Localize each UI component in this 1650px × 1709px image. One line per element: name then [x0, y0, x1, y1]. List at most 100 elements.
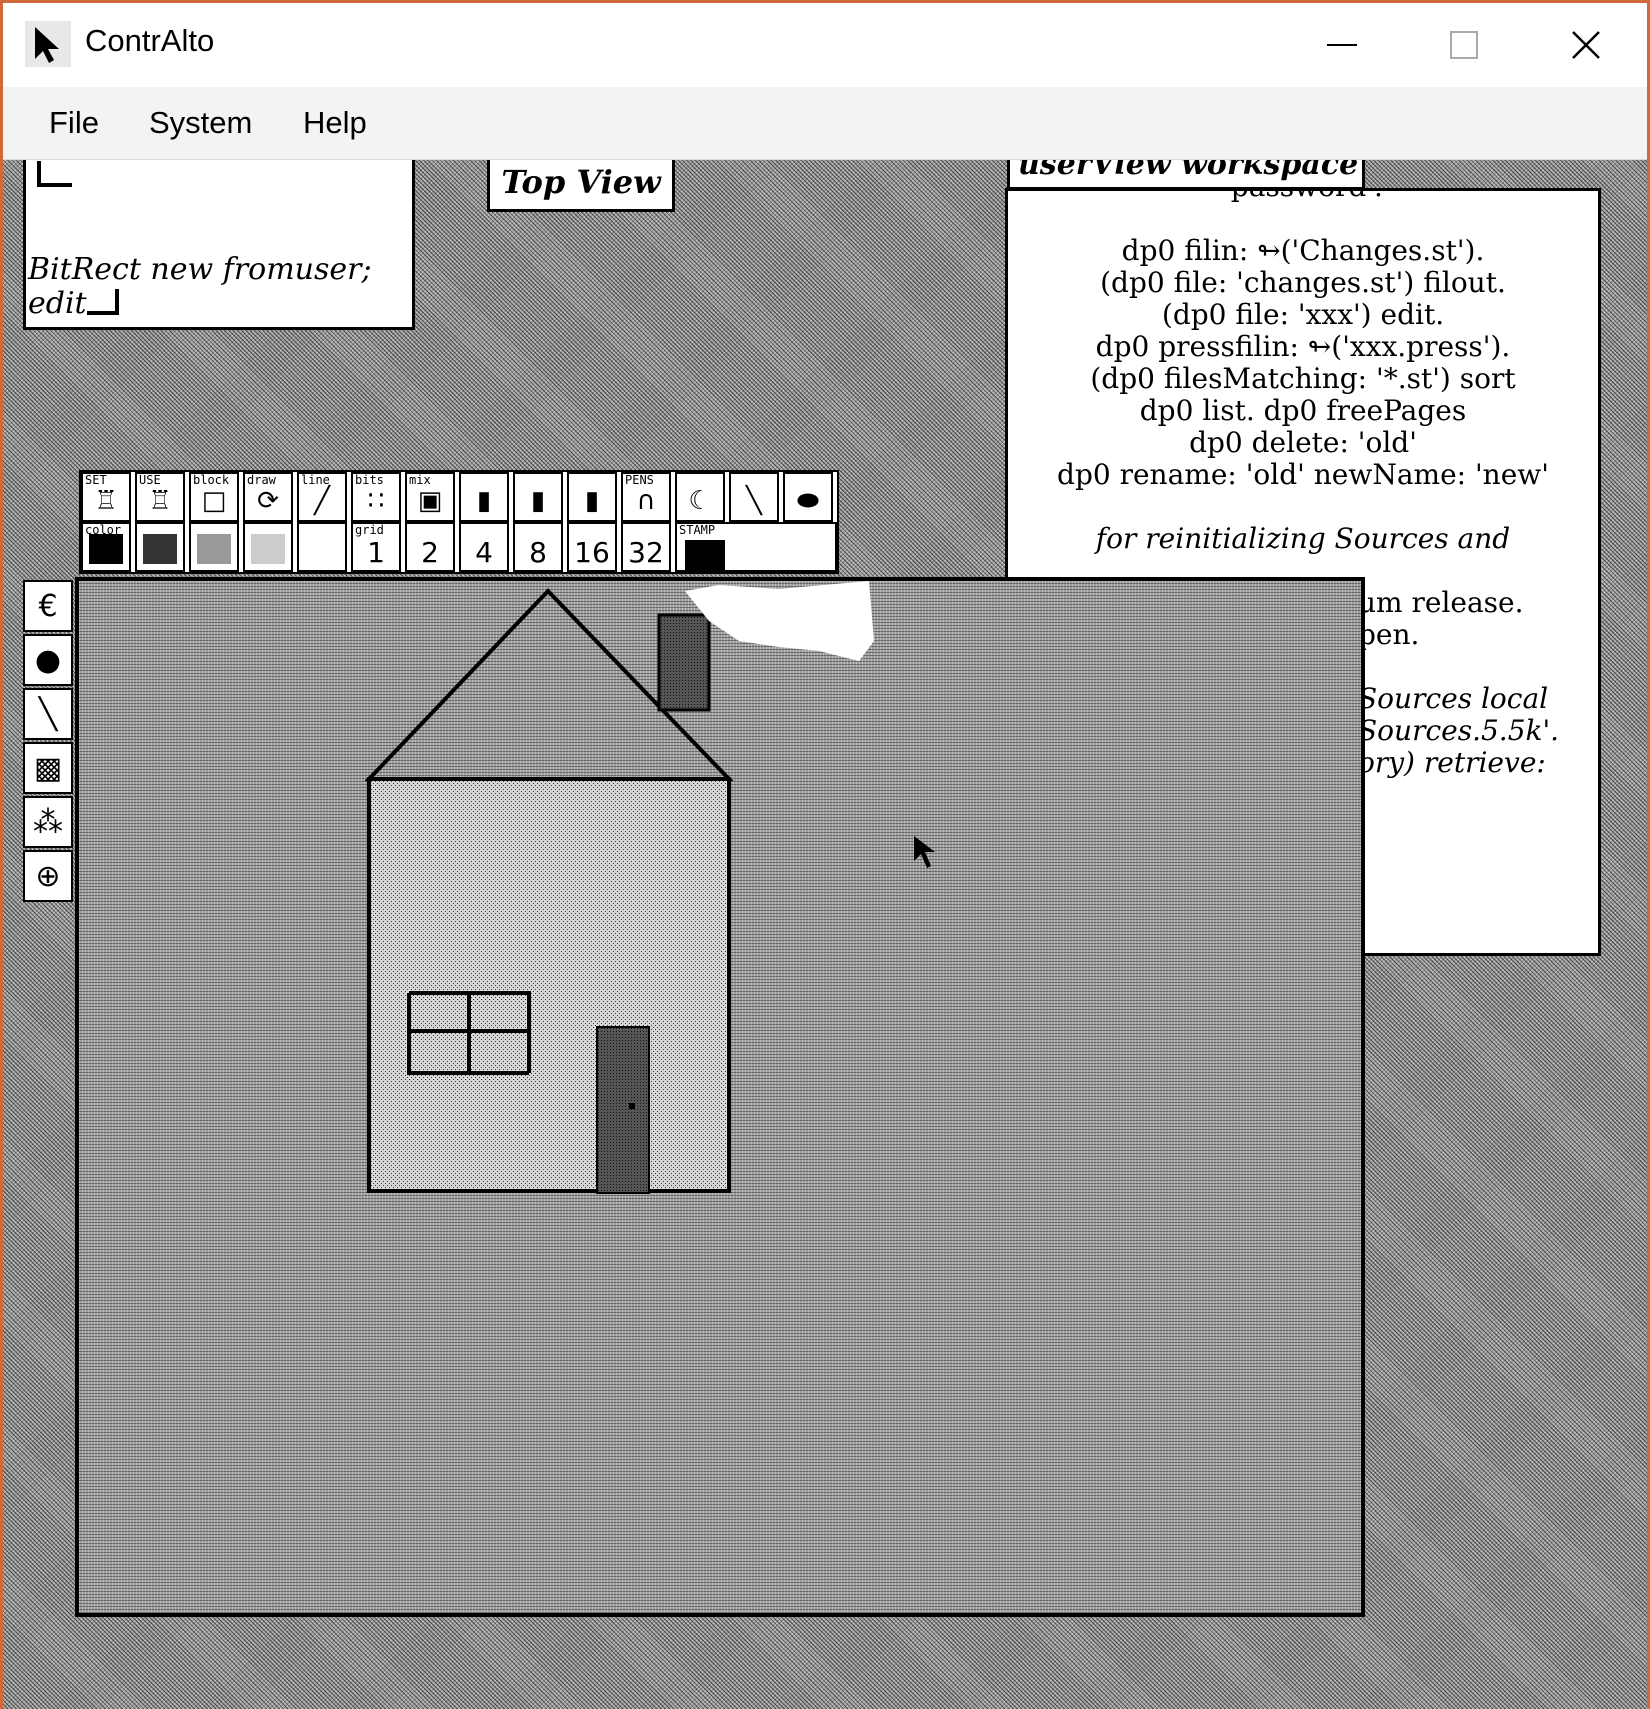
title-bar: ContrAlto — [3, 3, 1647, 87]
app-window: ContrAlto File System Help BitRect new f… — [0, 0, 1650, 1709]
color-swatch[interactable] — [135, 522, 185, 572]
color-swatch[interactable]: color — [81, 522, 131, 572]
grid-value: 4 — [475, 536, 493, 569]
tool-pens[interactable]: PENS ∩ — [621, 472, 671, 522]
tool-glyph-icon: ♖ — [148, 486, 172, 516]
grid-value: 8 — [529, 536, 547, 569]
grid-size-1[interactable]: grid 1 — [351, 522, 401, 572]
tool-glyph-icon: ⬬ — [796, 486, 820, 516]
tool-brush-8[interactable]: ▮ — [513, 472, 563, 522]
workspace-line: (dp0 file: 'xxx') edit. — [1161, 298, 1445, 331]
bitrect-editor-window[interactable]: BitRect new fromuser; edit — [23, 160, 415, 330]
magnify-tool-icon[interactable]: ⊕ — [23, 850, 73, 902]
grid-size-2[interactable]: 2 — [405, 522, 455, 572]
tool-label: SET — [85, 473, 107, 487]
gray-tool-icon[interactable]: ▩ — [23, 742, 73, 794]
swatch-fill — [197, 534, 231, 564]
grid-size-8[interactable]: 8 — [513, 522, 563, 572]
menu-file[interactable]: File — [43, 101, 105, 145]
grid-size-16[interactable]: 16 — [567, 522, 617, 572]
tool-glyph-icon: ╱ — [314, 486, 330, 516]
tool-glyph-icon: ∷ — [367, 486, 385, 516]
workspace-line: dp0 rename: 'old' newName: 'new' — [1057, 458, 1549, 491]
tool-block[interactable]: block □ — [189, 472, 239, 522]
grid-value: 2 — [421, 536, 439, 569]
grid-size-32[interactable]: 32 — [621, 522, 671, 572]
tool-draw[interactable]: draw ⟳ — [243, 472, 293, 522]
workspace-partial-line — [1358, 651, 1559, 683]
grid-value: 16 — [574, 536, 610, 569]
swatch-fill — [305, 534, 339, 564]
fill-circle-icon[interactable]: ● — [23, 634, 73, 686]
window-title: ContrAlto — [85, 23, 215, 58]
workspace-line — [1008, 491, 1598, 523]
tool-use[interactable]: USE ♖ — [135, 472, 185, 522]
tool-brush-12[interactable]: ╲ — [729, 472, 779, 522]
tool-brush-9[interactable]: ▮ — [567, 472, 617, 522]
color-swatch[interactable] — [189, 522, 239, 572]
workspace-partial-line: Sources.5.5k'. — [1358, 714, 1560, 747]
workspace-line: (dp0 filesMatching: '*.st') sort — [1090, 362, 1516, 395]
tool-set[interactable]: SET ♖ — [81, 472, 131, 522]
workspace-title-tab[interactable]: userView workspace — [1007, 160, 1365, 190]
maximize-button[interactable] — [1403, 3, 1525, 87]
grid-value: 1 — [367, 536, 385, 569]
tool-label: line — [301, 473, 330, 487]
stamp-label: STAMP — [679, 523, 716, 537]
swatch-fill — [251, 534, 285, 564]
color-swatch[interactable] — [243, 522, 293, 572]
menu-system[interactable]: System — [143, 101, 258, 145]
color-label: color — [85, 523, 122, 537]
editor-line-2: edit — [28, 286, 87, 321]
curve-tool-icon[interactable]: € — [23, 580, 73, 632]
paint-toolbar: SET ♖ USE ♖ block □ draw ⟳ line ╱ bits ∷ mix ▣ ▮ ▮ ▮ PENS… — [79, 470, 839, 574]
tool-label: draw — [247, 473, 276, 487]
workspace-line: dp0 list. dp0 freePages — [1139, 394, 1467, 427]
minimize-button[interactable] — [1281, 3, 1403, 87]
workspace-text[interactable]: 'password'. dp0 filin: ↬('Changes.st'). (… — [1008, 191, 1598, 779]
workspace-line: dp0 pressfilin: ↬('xxx.press'). — [1095, 330, 1511, 363]
workspace-line: for reinitializing Sources and — [1095, 522, 1511, 555]
grid-value: 32 — [628, 536, 664, 569]
workspace-line: 'password'. — [1008, 191, 1598, 203]
workspace-partial-line: um release. — [1358, 586, 1524, 619]
close-icon — [1572, 31, 1600, 59]
color-swatch[interactable] — [297, 522, 347, 572]
tool-bits[interactable]: bits ∷ — [351, 472, 401, 522]
sparkle-tool-icon[interactable]: ⁂ — [23, 796, 73, 848]
grid-size-4[interactable]: 4 — [459, 522, 509, 572]
tool-brush-11[interactable]: ☾ — [675, 472, 725, 522]
menu-bar: File System Help — [3, 87, 1647, 160]
app-cursor-icon — [25, 21, 71, 67]
tool-brush-7[interactable]: ▮ — [459, 472, 509, 522]
tool-mix[interactable]: mix ▣ — [405, 472, 455, 522]
workspace-line: dp0 filin: ↬('Changes.st'). — [1121, 234, 1485, 267]
tool-glyph-icon: ∩ — [636, 486, 656, 516]
workspace-partial-line: ory) retrieve: — [1358, 746, 1546, 779]
tool-label: bits — [355, 473, 384, 487]
drawing-canvas[interactable] — [75, 577, 1365, 1617]
workspace-line — [1008, 203, 1598, 235]
tool-glyph-icon: ♖ — [94, 486, 118, 516]
tool-label: block — [193, 473, 230, 487]
line-tool-icon[interactable]: ╲ — [23, 688, 73, 740]
minimize-icon — [1327, 44, 1357, 46]
editor-line-1: BitRect new fromuser; — [28, 252, 372, 287]
tool-glyph-icon: ╲ — [746, 486, 762, 516]
corner-bracket-icon — [37, 161, 72, 187]
workspace-line: dp0 delete: 'old' — [1189, 426, 1417, 459]
tool-glyph-icon: ⟳ — [257, 486, 279, 516]
stamp-tool[interactable]: STAMP — [675, 522, 837, 572]
tool-line[interactable]: line ╱ — [297, 472, 347, 522]
alto-display[interactable]: BitRect new fromuser; edit Top View user… — [3, 160, 1647, 1709]
menu-help[interactable]: Help — [297, 101, 373, 145]
close-button[interactable] — [1525, 3, 1647, 87]
tool-label: USE — [139, 473, 161, 487]
tool-label: PENS — [625, 473, 654, 487]
stamp-preview — [685, 540, 725, 570]
tool-brush-13[interactable]: ⬬ — [783, 472, 833, 522]
tool-glyph-icon: ☾ — [688, 486, 712, 516]
maximize-icon — [1450, 31, 1478, 59]
top-view-label[interactable]: Top View — [487, 160, 675, 212]
tool-glyph-icon: ▣ — [417, 486, 443, 516]
